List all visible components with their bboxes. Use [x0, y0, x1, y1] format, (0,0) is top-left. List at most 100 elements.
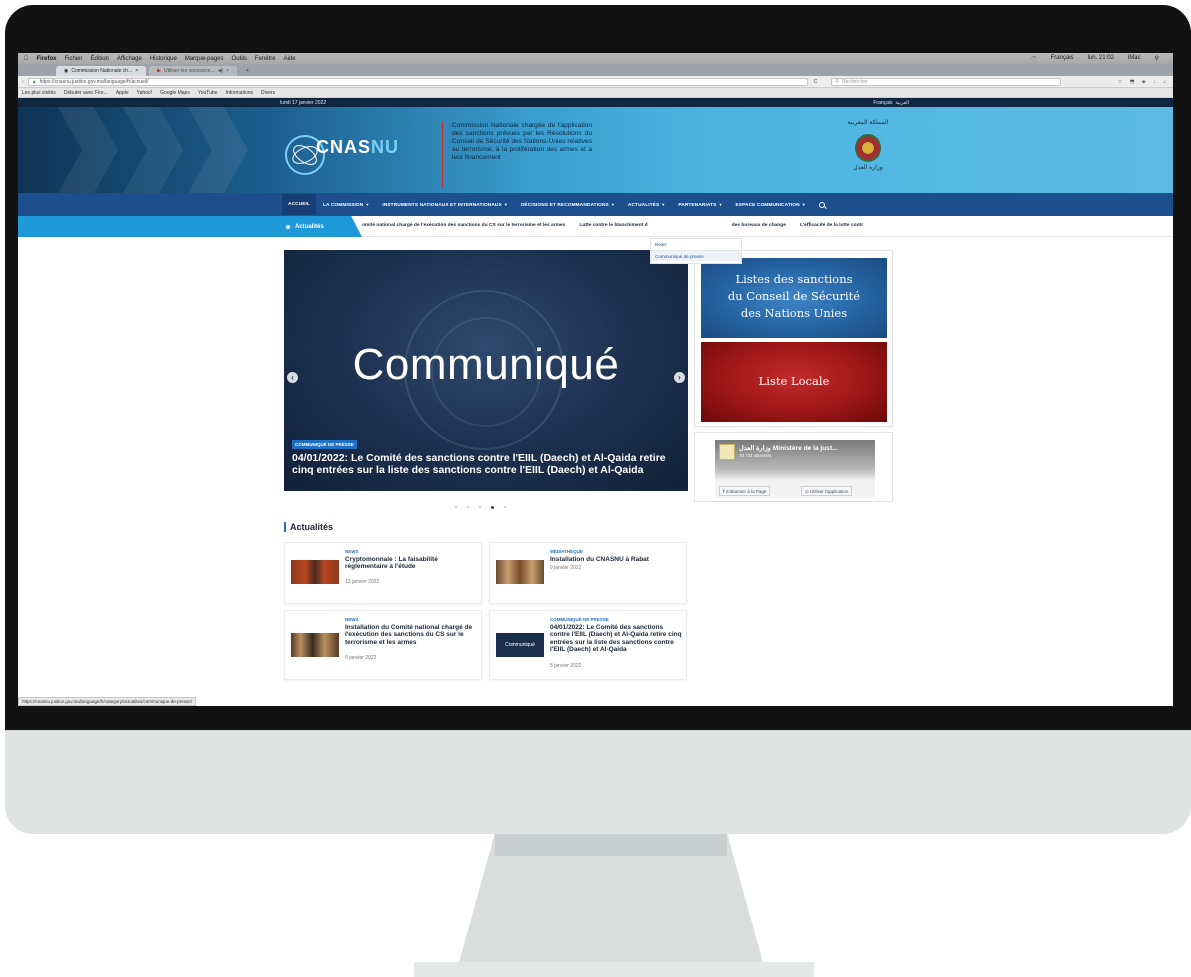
dropdown-item-news[interactable]: News: [651, 239, 741, 250]
audio-icon[interactable]: ◀): [218, 68, 224, 74]
un-sanctions-list-banner[interactable]: Listes des sanctions du Conseil de Sécur…: [701, 258, 887, 338]
slide-category-badge[interactable]: COMMUNIQUÉ DE PRESSE: [292, 440, 357, 449]
main-nav: ACCUEIL LA COMMISSION ▼ INSTRUMENTS NATIO…: [18, 193, 1173, 216]
bookmark-item[interactable]: Yahoo!: [137, 90, 152, 96]
news-thumbnail[interactable]: [291, 633, 339, 657]
news-date: 6 janvier 2022: [345, 655, 377, 661]
ticker-label: Actualités: [272, 216, 362, 237]
nav-accueil[interactable]: ACCUEIL: [282, 194, 317, 215]
wifi-icon[interactable]: ◠: [1031, 55, 1036, 62]
emblem-kingdom-text: المملكة المغربية: [847, 119, 889, 126]
menu-aide[interactable]: Aide: [284, 56, 296, 62]
dropdown-item-communique[interactable]: Communiqué de presse: [651, 250, 741, 261]
nav-decisions[interactable]: DÉCISIONS ET RECOMMANDATIONS ▼: [521, 202, 615, 208]
news-card[interactable]: Communiqué COMMUNIQUÉ DE PRESSE 04/01/20…: [489, 610, 687, 680]
toolbar-icons[interactable]: ☆ ⬒ ◈ ↓ ⌂: [1118, 79, 1169, 85]
slider-dot[interactable]: [455, 506, 457, 508]
slider-dot[interactable]: [479, 506, 481, 508]
menu-edition[interactable]: Édition: [91, 56, 109, 62]
menu-marque-pages[interactable]: Marque-pages: [185, 56, 224, 62]
slider-dot[interactable]: [504, 506, 506, 508]
nav-partenariats[interactable]: PARTENARIATS ▼: [678, 202, 722, 208]
news-card[interactable]: NEWS Cryptomonnaie : La faisabilité régl…: [284, 542, 482, 604]
lang-ar[interactable]: العربية: [895, 100, 909, 106]
nav-la-commission[interactable]: LA COMMISSION ▼: [323, 202, 369, 208]
browser-toolbar: ‹ ▲ https://cnasnu.justice.gov.ma/langua…: [18, 76, 1173, 88]
slider-prev-button[interactable]: ‹: [287, 372, 298, 383]
facebook-page-plugin[interactable]: وزارة العدل Ministère de la just... 70 7…: [715, 440, 875, 498]
slider-next-button[interactable]: ›: [674, 372, 685, 383]
menu-fenetre[interactable]: Fenêtre: [255, 56, 276, 62]
ticker-item[interactable]: omité national chargé de l'exécution des…: [362, 223, 565, 228]
mac-menubar:  Firefox Fichier Édition Affichage Hist…: [18, 53, 1173, 64]
news-category[interactable]: MÉDIATHÈQUE: [550, 549, 583, 554]
bookmark-item[interactable]: Apple: [116, 90, 129, 96]
menubar-clock[interactable]: lun. 21:02: [1088, 55, 1114, 62]
hero-slider[interactable]: Communiqué ‹ › COMMUNIQUÉ DE PRESSE 04/0…: [284, 250, 688, 491]
lang-fr[interactable]: Français: [873, 100, 892, 106]
news-title[interactable]: Cryptomonnaie : La faisabilité réglement…: [345, 556, 477, 571]
input-language[interactable]: Français: [1051, 55, 1074, 62]
slide-caption[interactable]: 04/01/2022: Le Comité des sanctions cont…: [292, 452, 682, 476]
ticker-item[interactable]: Lutte contre le blanchiment d: [579, 223, 647, 228]
slider-dot[interactable]: [467, 506, 469, 508]
address-bar[interactable]: ▲ https://cnasnu.justice.gov.ma/language…: [27, 77, 808, 86]
slider-dot-active[interactable]: [491, 506, 494, 509]
nav-instruments[interactable]: INSTRUMENTS NATIONAUX ET INTERNATIONAUX ▼: [382, 202, 507, 208]
chevron-down-icon: ▼: [610, 201, 615, 207]
nav-actualites[interactable]: ACTUALITÉS ▼: [628, 202, 665, 208]
page-avatar: [719, 444, 735, 460]
bookmark-item[interactable]: YouTube: [198, 90, 218, 96]
reload-icon[interactable]: C: [814, 79, 818, 85]
menu-fichier[interactable]: Fichier: [65, 56, 83, 62]
logo-wordmark[interactable]: CNASNU: [316, 137, 399, 158]
facebook-page-title[interactable]: وزارة العدل Ministère de la just...: [739, 444, 838, 452]
news-title[interactable]: Installation du CNASNU à Rabat: [550, 556, 682, 563]
site-top-strip: lundi 17 janvier 2022 Français العربية: [18, 98, 1173, 107]
news-date: 5 janvier 2022: [550, 663, 582, 669]
news-card[interactable]: NEWS Installation du Comité national cha…: [284, 610, 482, 680]
bookmark-item[interactable]: Google Maps: [160, 90, 190, 96]
monitor-stand-shadow: [495, 834, 727, 856]
ticker-item[interactable]: L'efficacité de la lutte contr: [800, 223, 863, 228]
app-menu[interactable]: Firefox: [37, 56, 57, 62]
news-category[interactable]: NEWS: [345, 549, 359, 554]
menu-outils[interactable]: Outils: [232, 56, 247, 62]
news-category[interactable]: NEWS: [345, 617, 359, 622]
apple-icon[interactable]: : [24, 56, 29, 62]
news-ticker: Actualités omité national chargé de l'ex…: [18, 216, 1173, 237]
bookmark-folder[interactable]: Informations: [226, 90, 254, 96]
news-category[interactable]: COMMUNIQUÉ DE PRESSE: [550, 617, 609, 622]
address-text: https://cnasnu.justice.gov.ma/language/f…: [39, 78, 149, 85]
tab-active[interactable]: ◉ Commission Nationale ch... ×: [56, 66, 147, 76]
local-list-banner[interactable]: Liste Locale: [701, 342, 887, 422]
news-thumbnail[interactable]: [496, 560, 544, 584]
news-title[interactable]: Installation du Comité national chargé d…: [345, 624, 477, 646]
news-card[interactable]: MÉDIATHÈQUE Installation du CNASNU à Rab…: [489, 542, 687, 604]
bookmark-item[interactable]: Les plus visités: [22, 90, 56, 96]
close-icon[interactable]: ×: [135, 68, 138, 74]
news-title[interactable]: 04/01/2022: Le Comité des sanctions cont…: [550, 624, 682, 654]
close-icon[interactable]: ×: [226, 68, 229, 74]
ticker-item[interactable]: des bureaux de change: [732, 223, 786, 228]
tab-inactive[interactable]: ▶ Utiliser les ressource... ◀) ×: [149, 66, 238, 76]
bookmark-folder[interactable]: Divers: [261, 90, 275, 96]
menubar-user[interactable]: iMac: [1128, 55, 1141, 62]
news-thumbnail[interactable]: [291, 560, 339, 584]
news-thumbnail[interactable]: Communiqué: [496, 633, 544, 657]
banner-line: des Nations Unies: [740, 306, 848, 320]
nav-espace-communication[interactable]: ESPACE COMMUNICATION ▼: [736, 202, 806, 208]
browser-search-input[interactable]: ⚲ Rechercher: [831, 77, 1062, 86]
youtube-icon: ▶: [157, 68, 162, 74]
use-app-button[interactable]: ⊙ Utiliser l'application: [801, 486, 853, 496]
bookmark-item[interactable]: Débuter avec Fire...: [64, 90, 108, 96]
follow-page-button[interactable]: f S'abonner à la Page: [719, 486, 771, 496]
ticker-band: [18, 216, 272, 237]
search-icon[interactable]: [818, 201, 825, 208]
menu-historique[interactable]: Historique: [150, 56, 177, 62]
menu-affichage[interactable]: Affichage: [117, 56, 142, 62]
back-icon[interactable]: ‹: [22, 79, 24, 85]
new-tab-button[interactable]: +: [240, 66, 255, 76]
spotlight-icon[interactable]: ⚲: [1155, 55, 1159, 62]
news-date: 9 janvier 2022: [550, 565, 582, 571]
